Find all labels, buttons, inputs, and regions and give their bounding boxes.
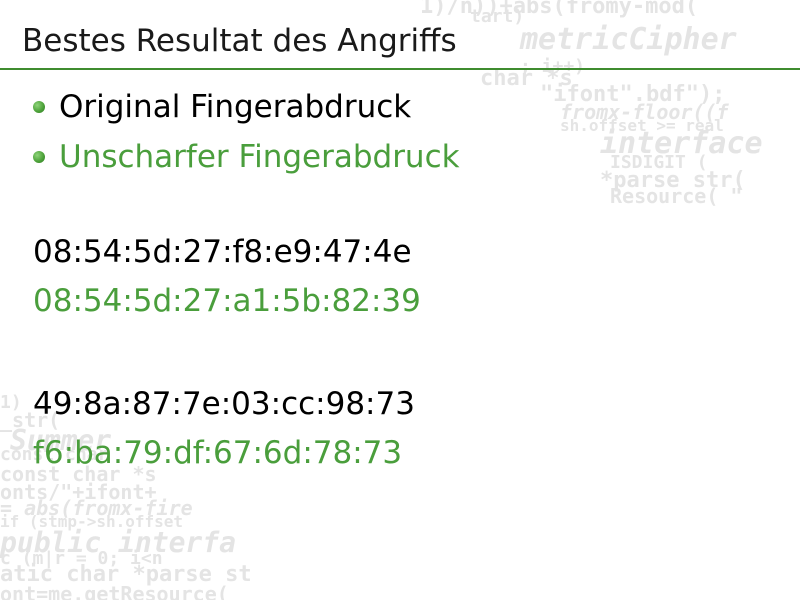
fingerprint-fuzzy-2: f6:ba:79:df:67:6d:78:73 xyxy=(33,435,403,471)
fingerprint-fuzzy-1: 08:54:5d:27:a1:5b:82:39 xyxy=(33,283,421,319)
legend-list: Original Fingerabdruck Unscharfer Finger… xyxy=(33,82,460,182)
slide-title: Bestes Resultat des Angriffs xyxy=(22,23,457,59)
fingerprint-original-2: 49:8a:87:7e:03:cc:98:73 xyxy=(33,386,415,422)
bullet-dot-icon xyxy=(33,101,45,113)
legend-label-fuzzy: Unscharfer Fingerabdruck xyxy=(59,139,460,175)
title-divider xyxy=(0,68,800,70)
fingerprint-original-1: 08:54:5d:27:f8:e9:47:4e xyxy=(33,234,412,270)
bullet-dot-icon xyxy=(33,151,45,163)
legend-item-fuzzy: Unscharfer Fingerabdruck xyxy=(33,132,460,182)
legend-item-original: Original Fingerabdruck xyxy=(33,82,460,132)
legend-label-original: Original Fingerabdruck xyxy=(59,89,412,125)
